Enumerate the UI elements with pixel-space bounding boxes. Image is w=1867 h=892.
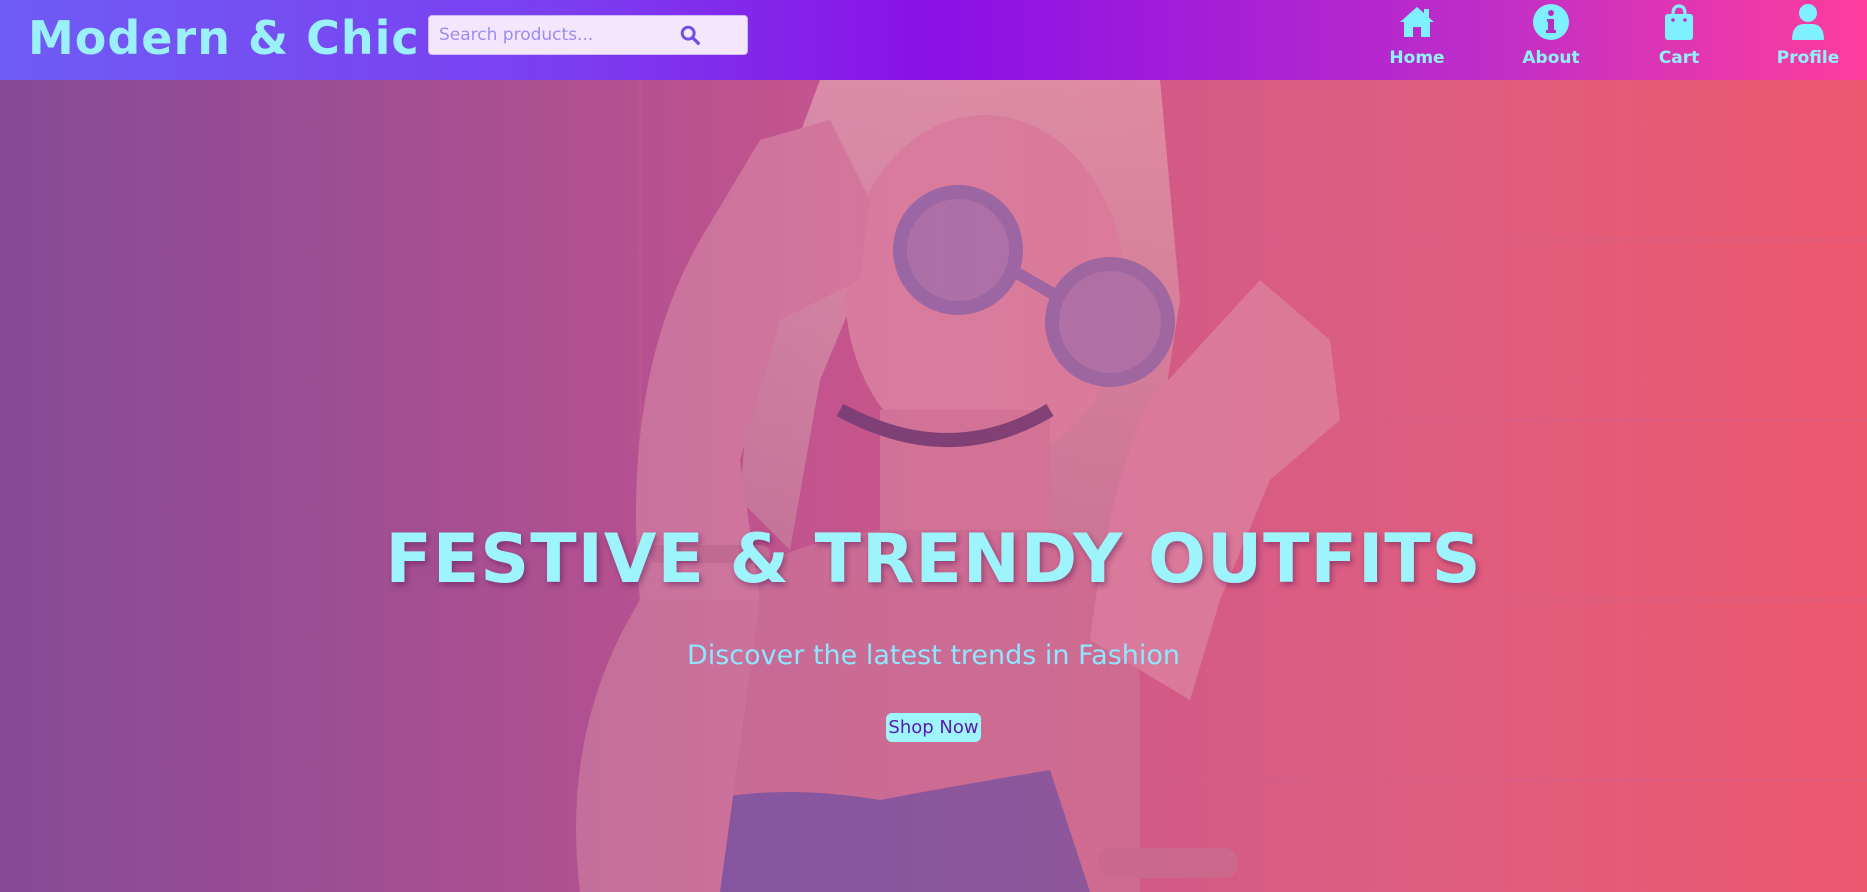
- hero-subtitle: Discover the latest trends in Fashion: [686, 640, 1181, 671]
- hero-title: FESTIVE & TRENDY OUTFITS: [385, 520, 1482, 599]
- nav-profile-label: Profile: [1776, 48, 1840, 68]
- hero-color-overlay: [0, 80, 1867, 892]
- search-icon[interactable]: [679, 24, 701, 46]
- shopping-bag-icon: [1665, 4, 1693, 40]
- site-logo[interactable]: Modern & Chic: [28, 8, 420, 68]
- nav-profile[interactable]: Profile: [1763, 0, 1853, 72]
- search-input[interactable]: [429, 16, 679, 54]
- nav-about-label: About: [1522, 48, 1580, 68]
- shop-now-button[interactable]: Shop Now: [886, 713, 981, 742]
- nav-cart-label: Cart: [1658, 48, 1700, 68]
- nav-home-label: Home: [1389, 48, 1445, 68]
- hero-banner: FESTIVE & TRENDY OUTFITS Discover the la…: [0, 80, 1867, 892]
- nav-home[interactable]: Home: [1372, 0, 1462, 72]
- nav-about[interactable]: About: [1506, 0, 1596, 72]
- search-bar: [428, 15, 748, 55]
- home-icon: [1400, 7, 1434, 37]
- info-icon: [1533, 4, 1569, 40]
- top-navbar: Modern & Chic Home About: [0, 0, 1867, 80]
- user-icon: [1792, 4, 1824, 40]
- nav-cart[interactable]: Cart: [1634, 0, 1724, 72]
